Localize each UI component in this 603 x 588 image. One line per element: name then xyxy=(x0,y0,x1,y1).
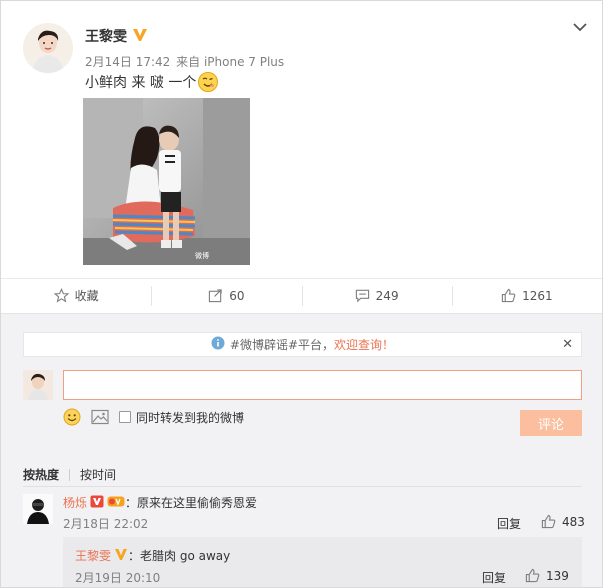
repost-checkbox[interactable] xyxy=(119,411,131,423)
vip-badge-icon xyxy=(107,495,125,511)
comment-input[interactable] xyxy=(63,370,582,400)
sort-divider xyxy=(23,486,582,487)
thumbs-up-icon xyxy=(541,514,556,529)
reply-button[interactable]: 回复 xyxy=(497,515,521,532)
thumbs-up-icon xyxy=(501,288,516,303)
comment-line: 杨烁 ：原来在这里偷偷秀恩爱 xyxy=(63,494,257,511)
smiley-icon[interactable] xyxy=(63,408,81,426)
comment-sort-tabs: 按热度 按时间 xyxy=(23,466,116,483)
repost-checkbox-label[interactable]: 同时转发到我的微博 xyxy=(136,409,244,426)
reply-text: ：老腊肉 go away xyxy=(128,549,231,563)
post-meta: 2月14日 17:42 来自 iPhone 7 Plus xyxy=(85,53,286,70)
tab-sort-hot[interactable]: 按热度 xyxy=(23,466,59,483)
comment-toolbar: 同时转发到我的微博 xyxy=(63,408,254,426)
rumor-notice-bar: #微博辟谣#平台， 欢迎查询！ ✕ xyxy=(23,332,582,357)
author-row: 王黎雯 xyxy=(85,26,148,46)
notice-link[interactable]: 欢迎查询！ xyxy=(334,336,394,353)
verified-icon xyxy=(132,28,148,45)
comment-username[interactable]: 杨烁 xyxy=(63,494,87,511)
share-icon xyxy=(209,289,222,303)
commenter-avatar[interactable] xyxy=(23,494,53,524)
post-text-content: 小鲜肉 来 啵 一个 xyxy=(85,75,197,91)
post-date[interactable]: 2月14日 17:42 xyxy=(85,55,170,69)
comment-text: ：原来在这里偷偷秀恩爱 xyxy=(125,496,258,510)
author-name[interactable]: 王黎雯 xyxy=(85,26,127,46)
favorite-button[interactable]: 收藏 xyxy=(1,285,151,307)
reply-time: 2月19日 20:10 xyxy=(75,571,161,585)
info-icon xyxy=(211,336,225,353)
close-icon[interactable]: ✕ xyxy=(562,338,573,351)
comment-time: 2月18日 22:02 xyxy=(63,517,149,531)
repost-button[interactable]: 60 xyxy=(151,285,301,307)
tab-divider xyxy=(69,468,71,481)
chevron-down-icon[interactable] xyxy=(572,21,588,33)
favorite-label: 收藏 xyxy=(74,289,99,303)
tab-sort-time[interactable]: 按时间 xyxy=(80,466,116,483)
comment-like-count: 483 xyxy=(562,514,585,529)
image-icon[interactable] xyxy=(91,409,109,425)
reply-username[interactable]: 王黎雯 xyxy=(75,547,111,564)
svg-text:微博: 微博 xyxy=(195,251,209,260)
post-source: 来自 iPhone 7 Plus xyxy=(176,55,285,69)
weibo-post-card: 王黎雯 2月14日 17:42 来自 iPhone 7 Plus 小鲜肉 来 啵… xyxy=(0,0,603,588)
repost-checkbox-group: 同时转发到我的微博 xyxy=(119,409,244,426)
reply-like-button[interactable]: 139 xyxy=(525,568,569,583)
verified-icon xyxy=(114,548,128,564)
repost-count: 60 xyxy=(229,288,245,303)
reply-reply-button[interactable]: 回复 xyxy=(482,569,506,586)
comment-icon xyxy=(355,289,369,303)
comment-like-button[interactable]: 483 xyxy=(541,514,585,529)
comment-count: 249 xyxy=(375,288,399,303)
verified-icon xyxy=(90,495,104,511)
comment-button[interactable]: 249 xyxy=(301,285,452,307)
notice-text[interactable]: #微博辟谣#平台， xyxy=(230,336,334,353)
reply-like-count: 139 xyxy=(546,568,569,583)
star-icon xyxy=(53,288,69,303)
author-avatar[interactable] xyxy=(23,23,73,73)
reply-line: 王黎雯 ：老腊肉 go away xyxy=(75,547,230,564)
comment-reply-box: 王黎雯 ：老腊肉 go away 2月19日 20:10 回复 139 xyxy=(63,537,582,587)
like-button[interactable]: 1261 xyxy=(451,285,602,307)
post-text: 小鲜肉 来 啵 一个 xyxy=(85,71,219,93)
post-image[interactable]: 微博 xyxy=(83,98,250,265)
submit-comment-button[interactable]: 评论 xyxy=(520,410,582,436)
comment-section: #微博辟谣#平台， 欢迎查询！ ✕ 同时转发到我的微博 评论 按热度 按时间 杨… xyxy=(1,313,602,587)
post-action-bar: 收藏 60 249 1261 xyxy=(1,278,602,312)
like-count: 1261 xyxy=(522,288,553,303)
current-user-avatar xyxy=(23,370,53,400)
wink-emoji-icon xyxy=(197,71,219,93)
thumbs-up-icon xyxy=(525,568,540,583)
